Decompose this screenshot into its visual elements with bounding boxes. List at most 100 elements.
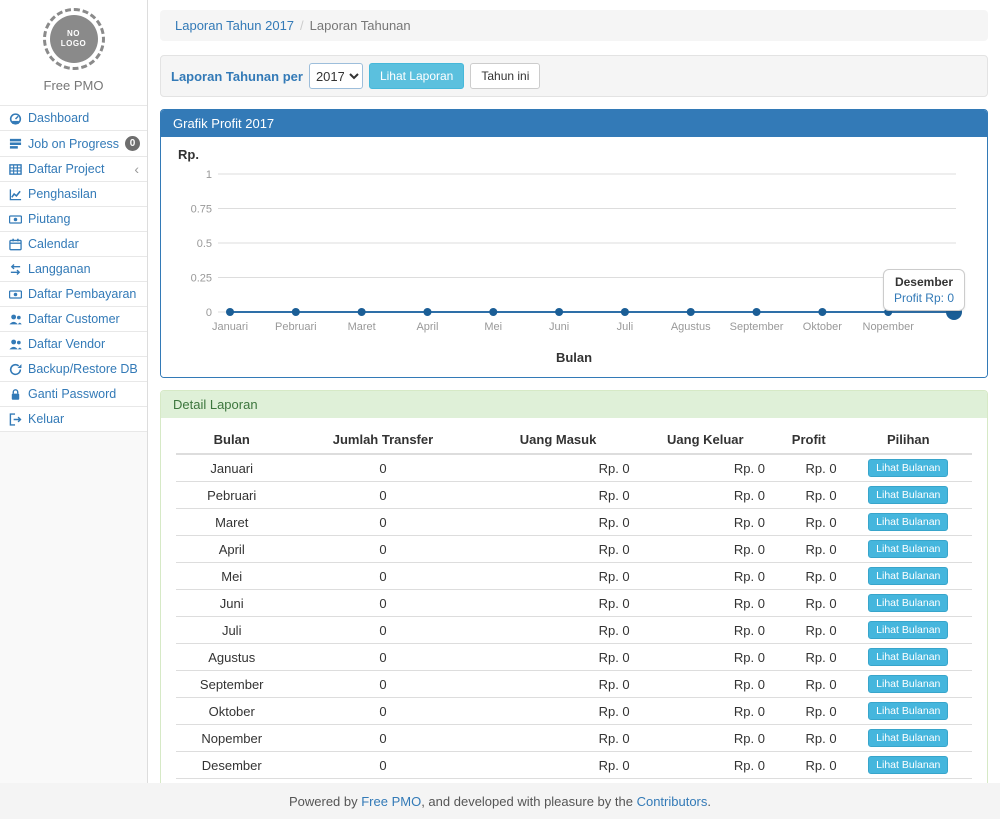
no-logo-text: NO LOGO: [50, 15, 98, 63]
report-filter-bar: Laporan Tahunan per 2017 Lihat Laporan T…: [160, 55, 988, 97]
table-row: April0Rp. 0Rp. 0Rp. 0Lihat Bulanan: [176, 536, 972, 563]
sidebar-item-ganti-password[interactable]: Ganti Password: [0, 382, 147, 407]
lihat-bulanan-button[interactable]: Lihat Bulanan: [868, 486, 948, 504]
sidebar-item-label: Dashboard: [28, 111, 89, 125]
cell-bulan: Pebruari: [176, 482, 287, 509]
sidebar-item-penghasilan[interactable]: Penghasilan: [0, 182, 147, 207]
data-point[interactable]: [555, 308, 563, 316]
data-point[interactable]: [753, 308, 761, 316]
lihat-bulanan-button[interactable]: Lihat Bulanan: [868, 648, 948, 666]
sidebar-item-calendar[interactable]: Calendar: [0, 232, 147, 257]
cell-bulan: Desember: [176, 752, 287, 779]
cell-uang-keluar: Rp. 0: [638, 454, 773, 482]
cell-uang-keluar: Rp. 0: [638, 617, 773, 644]
lihat-laporan-button[interactable]: Lihat Laporan: [369, 63, 464, 89]
cell-pilihan: Lihat Bulanan: [845, 725, 972, 752]
sidebar-item-backup-restore-db[interactable]: Backup/Restore DB: [0, 357, 147, 382]
cell-profit: Rp. 0: [773, 725, 845, 752]
sidebar-item-daftar-vendor[interactable]: Daftar Vendor: [0, 332, 147, 357]
cell-pilihan: Lihat Bulanan: [845, 536, 972, 563]
dashboard-icon: [8, 111, 22, 125]
detail-report-panel: Detail Laporan BulanJumlah TransferUang …: [160, 390, 988, 783]
sidebar-item-daftar-project[interactable]: Daftar Project‹: [0, 157, 147, 182]
chart-panel-body: Rp. 00.250.50.751JanuariPebruariMaretApr…: [161, 137, 987, 377]
sidebar-item-keluar[interactable]: Keluar: [0, 407, 147, 432]
cell-uang-keluar: Rp. 0: [638, 752, 773, 779]
profit-line-chart: 00.250.50.751JanuariPebruariMaretAprilMe…: [176, 162, 972, 350]
cell-jumlah-transfer: 0: [287, 752, 478, 779]
cell-pilihan: Lihat Bulanan: [845, 671, 972, 698]
contributors-link[interactable]: Contributors: [637, 794, 708, 809]
money-icon: [8, 287, 22, 301]
sidebar-item-label: Job on Progress: [28, 137, 119, 151]
sidebar-item-daftar-customer[interactable]: Daftar Customer: [0, 307, 147, 332]
data-point[interactable]: [621, 308, 629, 316]
cell-uang-masuk: Rp. 0: [478, 644, 637, 671]
sidebar-item-piutang[interactable]: Piutang: [0, 207, 147, 232]
column-header-profit: Profit: [773, 426, 845, 454]
lihat-bulanan-button[interactable]: Lihat Bulanan: [868, 621, 948, 639]
lock-icon: [8, 387, 22, 401]
tooltip-value: Profit Rp: 0: [894, 291, 954, 305]
cell-uang-masuk: Rp. 0: [478, 671, 637, 698]
cell-uang-keluar: Rp. 0: [638, 698, 773, 725]
lihat-bulanan-button[interactable]: Lihat Bulanan: [868, 675, 948, 693]
line-chart-icon: [8, 187, 22, 201]
sidebar-item-daftar-pembayaran[interactable]: Daftar Pembayaran: [0, 282, 147, 307]
column-header-uang-keluar: Uang Keluar: [638, 426, 773, 454]
free-pmo-link[interactable]: Free PMO: [361, 794, 421, 809]
lihat-bulanan-button[interactable]: Lihat Bulanan: [868, 513, 948, 531]
no-logo-badge: NO LOGO: [43, 8, 105, 70]
y-tick-label: 0: [206, 307, 212, 319]
cell-uang-masuk: Rp. 0: [478, 536, 637, 563]
data-point[interactable]: [423, 308, 431, 316]
table-row: Desember0Rp. 0Rp. 0Rp. 0Lihat Bulanan: [176, 752, 972, 779]
lihat-bulanan-button[interactable]: Lihat Bulanan: [868, 594, 948, 612]
users-icon: [8, 312, 22, 326]
header-row: BulanJumlah TransferUang MasukUang Kelua…: [176, 426, 972, 454]
data-point[interactable]: [292, 308, 300, 316]
x-tick-label: April: [416, 321, 438, 333]
table-row: Mei0Rp. 0Rp. 0Rp. 0Lihat Bulanan: [176, 563, 972, 590]
table-row: Nopember0Rp. 0Rp. 0Rp. 0Lihat Bulanan: [176, 725, 972, 752]
data-point[interactable]: [687, 308, 695, 316]
cell-jumlah-transfer: 0: [287, 563, 478, 590]
sign-out-icon: [8, 412, 22, 426]
table-row: Maret0Rp. 0Rp. 0Rp. 0Lihat Bulanan: [176, 509, 972, 536]
total-row: Total0Rp. 0Rp. 0Rp. 0: [176, 779, 972, 783]
tahun-ini-button[interactable]: Tahun ini: [470, 63, 540, 89]
year-select[interactable]: 2017: [309, 63, 363, 89]
sidebar-item-label: Backup/Restore DB: [28, 362, 138, 376]
sidebar-item-label: Daftar Customer: [28, 312, 120, 326]
column-header-pilihan: Pilihan: [845, 426, 972, 454]
data-point[interactable]: [818, 308, 826, 316]
cell-uang-masuk: Rp. 0: [478, 698, 637, 725]
sidebar-item-label: Daftar Pembayaran: [28, 287, 136, 301]
lihat-bulanan-button[interactable]: Lihat Bulanan: [868, 540, 948, 558]
lihat-bulanan-button[interactable]: Lihat Bulanan: [868, 756, 948, 774]
data-point[interactable]: [489, 308, 497, 316]
sidebar-item-dashboard[interactable]: Dashboard: [0, 106, 147, 131]
sidebar-item-langganan[interactable]: Langganan: [0, 257, 147, 282]
chart-x-axis-title: Bulan: [176, 350, 972, 371]
cell-uang-keluar: Rp. 0: [638, 779, 773, 783]
data-point[interactable]: [226, 308, 234, 316]
cell-jumlah-transfer: 0: [287, 509, 478, 536]
cell-jumlah-transfer: 0: [287, 698, 478, 725]
lihat-bulanan-button[interactable]: Lihat Bulanan: [868, 702, 948, 720]
lihat-bulanan-button[interactable]: Lihat Bulanan: [868, 729, 948, 747]
sidebar-item-label: Penghasilan: [28, 187, 97, 201]
app-window: NO LOGO Free PMO Dashboard Job on Progres…: [0, 0, 1000, 819]
footer-text: Powered by Free PMO, and developed with …: [289, 794, 711, 809]
breadcrumb-link-laporan-tahun[interactable]: Laporan Tahun 2017: [175, 18, 294, 33]
column-header-uang-masuk: Uang Masuk: [478, 426, 637, 454]
lihat-bulanan-button[interactable]: Lihat Bulanan: [868, 459, 948, 477]
data-point[interactable]: [358, 308, 366, 316]
lihat-bulanan-button[interactable]: Lihat Bulanan: [868, 567, 948, 585]
cell-pilihan: Lihat Bulanan: [845, 617, 972, 644]
sidebar-item-job-on-progress[interactable]: Job on Progress0: [0, 131, 147, 157]
cell-bulan: Maret: [176, 509, 287, 536]
users-icon: [8, 337, 22, 351]
main-content: Laporan Tahun 2017/Laporan Tahunan Lapor…: [148, 0, 1000, 783]
y-tick-label: 0.5: [197, 238, 212, 250]
